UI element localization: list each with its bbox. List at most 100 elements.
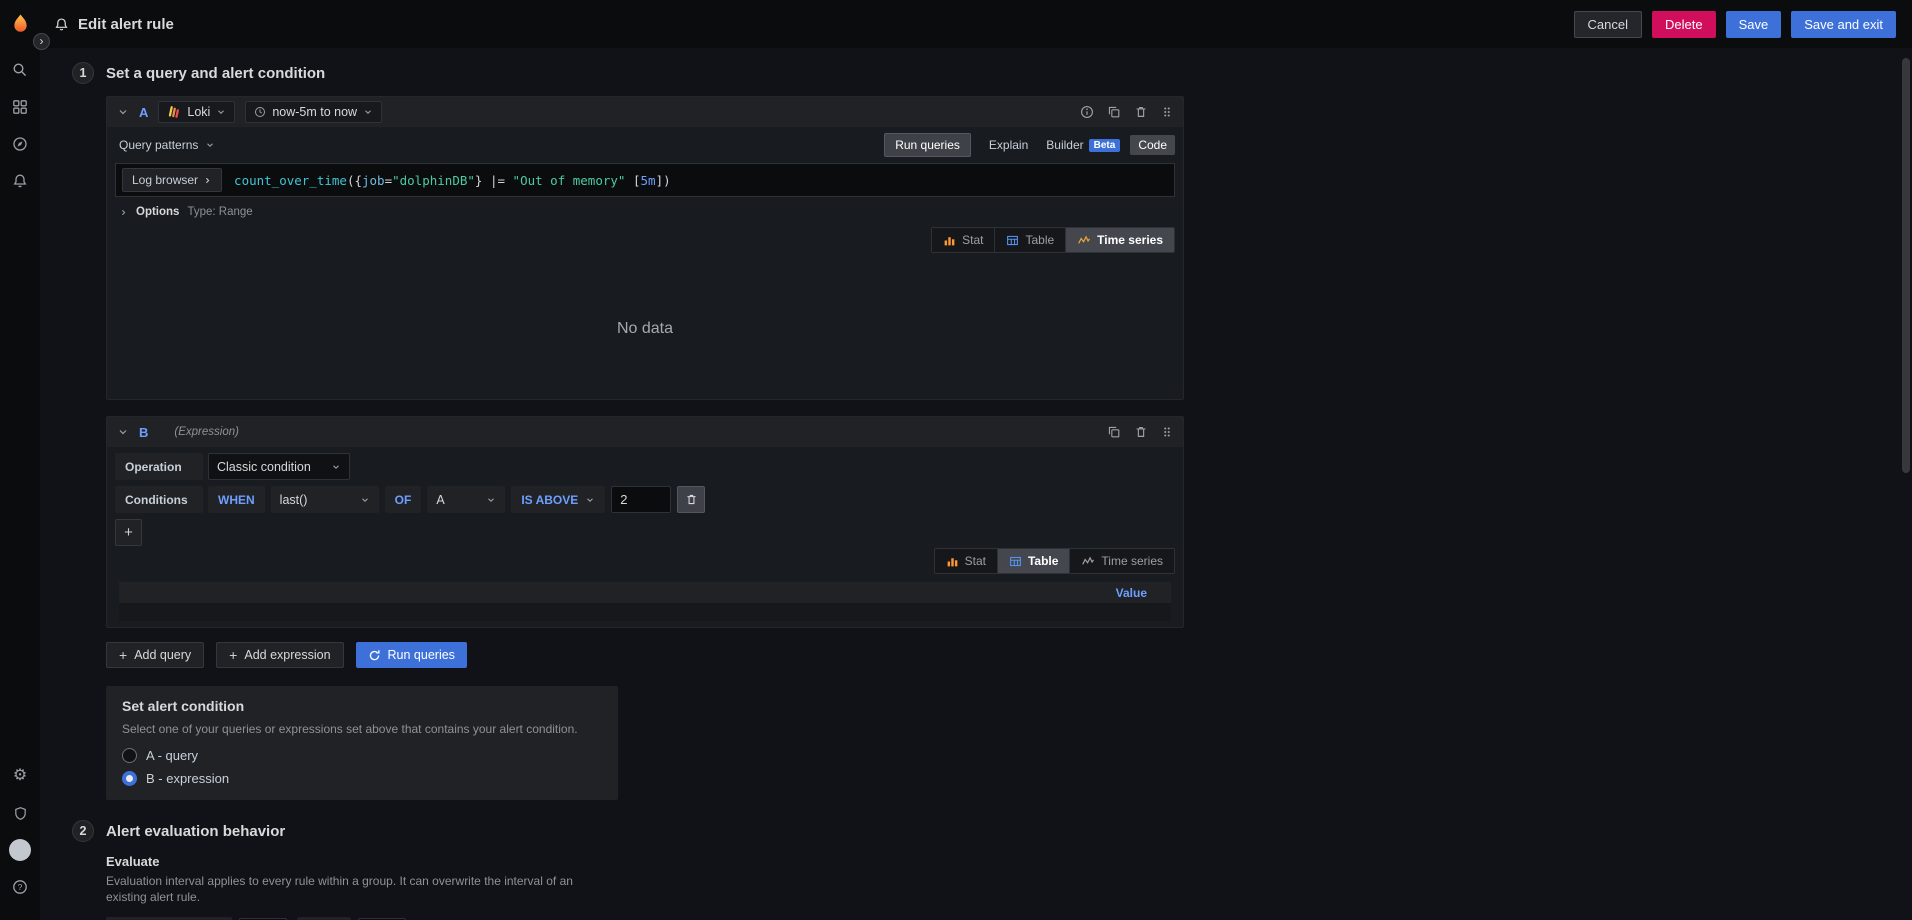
help-icon[interactable]: ? <box>6 873 34 901</box>
radio-selected[interactable] <box>122 771 137 786</box>
save-button[interactable]: Save <box>1725 10 1782 38</box>
sidebar: ⚙ ? <box>0 48 40 920</box>
condition-option-a-label: A - query <box>146 748 199 763</box>
beta-badge: Beta <box>1088 138 1121 152</box>
run-queries-small-button[interactable]: Run queries <box>884 133 971 157</box>
add-expression-label: Add expression <box>244 648 331 662</box>
duplicate-expression-icon[interactable] <box>1107 425 1121 439</box>
sidebar-expand-button[interactable]: › <box>33 33 50 50</box>
chevron-down-icon <box>218 110 225 115</box>
evaluation-section: Evaluate Evaluation interval applies to … <box>106 854 1912 920</box>
log-browser-label: Log browser <box>132 173 199 187</box>
viz-table-label: Table <box>1027 554 1059 568</box>
query-a-panel: A Loki now-5m to now Query patterns Run … <box>106 96 1184 400</box>
cancel-button[interactable]: Cancel <box>1573 10 1642 38</box>
alerting-bell-icon[interactable] <box>6 167 34 195</box>
drag-handle-icon[interactable] <box>1161 105 1173 119</box>
viz-timeseries-toggle[interactable]: Time series <box>1066 228 1174 252</box>
trash-icon <box>687 494 696 505</box>
search-icon[interactable] <box>6 56 34 84</box>
query-ref-select[interactable]: A <box>427 486 506 513</box>
operation-select[interactable]: Classic condition <box>208 453 350 480</box>
query-toolbar: Query patterns Run queries Explain Build… <box>107 127 1183 163</box>
viz-table-toggle[interactable]: Table <box>995 228 1067 252</box>
condition-option-a[interactable]: A - query <box>122 748 602 763</box>
remove-condition-button[interactable] <box>677 486 706 513</box>
evaluator-select[interactable]: IS ABOVE <box>511 486 606 513</box>
topbar-actions: Cancel Delete Save Save and exit <box>1573 10 1896 38</box>
table-header-row: Value <box>119 582 1171 603</box>
query-ref-label: A <box>139 104 149 120</box>
collapse-chevron-icon[interactable] <box>117 426 129 438</box>
expression-ref-label: B <box>139 424 149 440</box>
condition-option-b-label: B - expression <box>146 771 230 786</box>
condition-segments: WHEN last() OF A IS ABOVE <box>208 486 706 513</box>
time-range-value: now-5m to now <box>272 105 358 119</box>
editor-mode-group: Explain Builder Beta Code <box>981 135 1175 155</box>
scrollbar-thumb[interactable] <box>1902 58 1910 473</box>
trash-icon[interactable] <box>1134 425 1148 439</box>
expression-b-body: Operation Classic condition Conditions W… <box>107 447 1183 627</box>
condition-option-b[interactable]: B - expression <box>122 771 602 786</box>
value-column-header[interactable]: Value <box>1116 586 1147 600</box>
query-patterns-label: Query patterns <box>119 138 199 152</box>
time-range-picker[interactable]: now-5m to now <box>245 101 383 123</box>
query-patterns-dropdown[interactable]: Query patterns <box>115 138 219 152</box>
settings-gear-icon[interactable]: ⚙ <box>6 762 34 790</box>
step2-number: 2 <box>72 820 94 842</box>
viz-stat-toggle[interactable]: Stat <box>932 228 996 252</box>
logql-query-text[interactable]: count_over_time({job="dolphinDB"} |= "Ou… <box>234 173 671 188</box>
explain-toggle[interactable]: Explain <box>981 135 1036 155</box>
time-series-icon <box>1082 555 1095 565</box>
add-condition-button[interactable]: + <box>115 519 142 546</box>
add-query-button[interactable]: + Add query <box>106 642 205 668</box>
radio-unselected[interactable] <box>122 748 137 763</box>
threshold-input[interactable] <box>611 486 672 513</box>
avatar-circle <box>9 839 31 861</box>
user-avatar[interactable] <box>6 836 34 864</box>
datasource-picker[interactable]: Loki <box>158 101 236 123</box>
expression-b-header-actions <box>1107 425 1173 439</box>
duplicate-query-icon[interactable] <box>1107 105 1121 119</box>
drag-handle-icon[interactable] <box>1161 425 1173 439</box>
page-title: Edit alert rule <box>78 15 174 33</box>
alert-condition-description: Select one of your queries or expression… <box>122 722 578 736</box>
dashboards-icon[interactable] <box>6 93 34 121</box>
run-queries-button[interactable]: Run queries <box>355 642 467 668</box>
viz-timeseries-toggle[interactable]: Time series <box>1070 549 1174 573</box>
trash-icon[interactable] <box>1134 105 1148 119</box>
stat-icon <box>944 236 955 245</box>
page-title-group: Edit alert rule <box>54 16 174 33</box>
chevron-down-icon <box>365 110 371 115</box>
add-expression-button[interactable]: + Add expression <box>216 642 344 668</box>
builder-mode-toggle[interactable]: Builder Beta <box>1038 135 1128 155</box>
chevron-down-icon <box>587 497 594 502</box>
collapse-chevron-icon[interactable] <box>117 106 129 118</box>
viz-stat-label: Stat <box>962 233 984 247</box>
refresh-icon <box>369 649 380 660</box>
viz-stat-toggle[interactable]: Stat <box>934 549 998 573</box>
code-mode-toggle[interactable]: Code <box>1130 135 1175 155</box>
info-circle-icon[interactable] <box>1080 105 1094 119</box>
reducer-function-select[interactable]: last() <box>270 486 379 513</box>
of-label: OF <box>384 486 422 513</box>
datasource-name: Loki <box>187 105 211 119</box>
alert-bell-icon <box>54 17 69 32</box>
step1-header: 1 Set a query and alert condition <box>72 62 1912 84</box>
query-options-toggle[interactable]: Options Type: Range <box>107 201 1183 227</box>
sidebar-bottom: ⚙ ? <box>6 762 34 920</box>
svg-text:?: ? <box>18 882 23 892</box>
delete-button[interactable]: Delete <box>1652 10 1716 38</box>
loki-icon <box>169 106 180 118</box>
expression-kind-label: (Expression) <box>174 426 239 438</box>
grafana-logo[interactable] <box>0 13 40 36</box>
explore-compass-icon[interactable] <box>6 130 34 158</box>
alert-condition-card: Set alert condition Select one of your q… <box>106 686 618 800</box>
admin-shield-icon[interactable] <box>6 799 34 827</box>
add-query-label: Add query <box>134 648 192 662</box>
save-and-exit-button[interactable]: Save and exit <box>1791 10 1896 38</box>
log-browser-button[interactable]: Log browser <box>122 168 223 192</box>
table-icon <box>1010 556 1021 566</box>
step1-number: 1 <box>72 62 94 84</box>
viz-table-toggle[interactable]: Table <box>997 549 1071 573</box>
